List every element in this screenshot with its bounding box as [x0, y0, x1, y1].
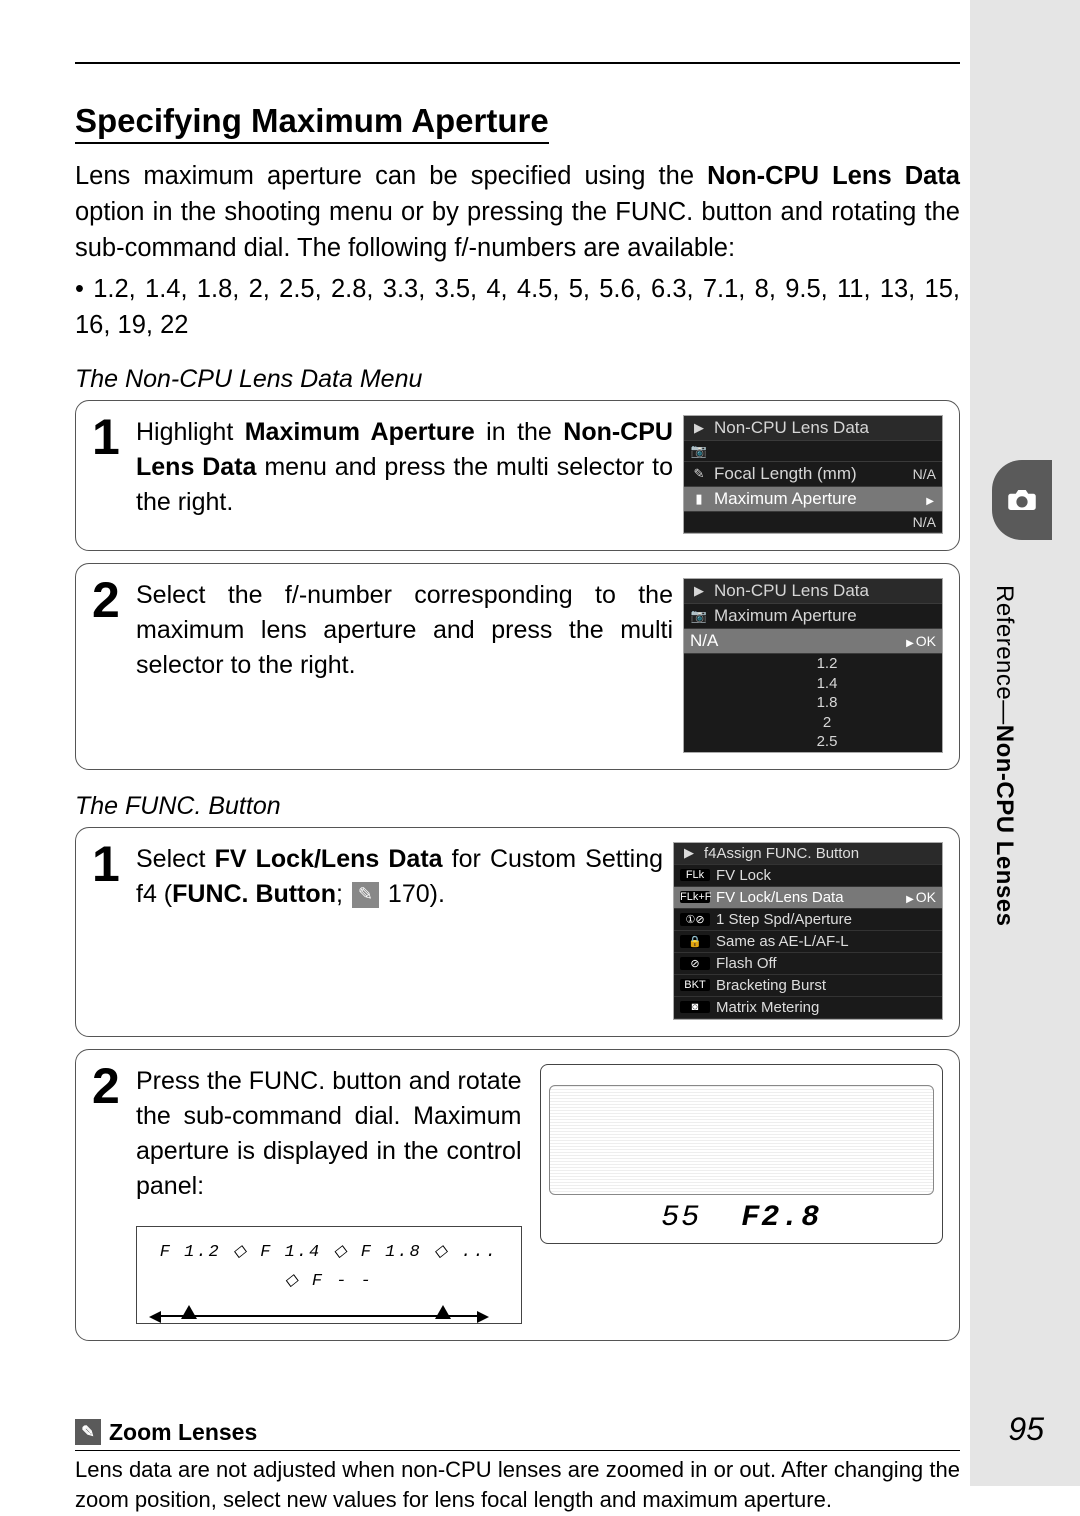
func-step-1: 1 Select FV Lock/Lens Data for Custom Se…: [75, 827, 960, 1037]
page-number: 95: [1008, 1411, 1044, 1448]
fnumber-list: • 1.2, 1.4, 1.8, 2, 2.5, 2.8, 3.3, 3.5, …: [75, 271, 960, 343]
step-number: 2: [92, 578, 126, 620]
subhead-menu: The Non-CPU Lens Data Menu: [75, 365, 960, 394]
func-step-2: 2 Press the FUNC. button and rotate the …: [75, 1049, 960, 1341]
lcd-screenshot-func-menu: ▶f4Assign FUNC. Button FLkFV Lock FLk+FF…: [673, 842, 943, 1020]
lcd-screenshot-menu1: ▶Non-CPU Lens Data 📷 ✎Focal Length (mm)N…: [683, 415, 943, 534]
top-rule: [75, 62, 960, 64]
step-number: 1: [92, 415, 126, 457]
note-zoom-lenses: ✎ Zoom Lenses Lens data are not adjusted…: [75, 1419, 960, 1516]
control-panel-illustration: 55 F2.8: [540, 1064, 944, 1244]
menu-step2-text: Select the f/-number corresponding to th…: [136, 578, 673, 683]
note-body: Lens data are not adjusted when non-CPU …: [75, 1455, 960, 1516]
step-number: 2: [92, 1064, 126, 1324]
func-step1-text: Select FV Lock/Lens Data for Custom Sett…: [136, 842, 663, 912]
step-number: 1: [92, 842, 126, 884]
subhead-func: The FUNC. Button: [75, 792, 960, 821]
page-ref-icon: ✎: [352, 882, 379, 907]
lcd-screenshot-menu2: ▶Non-CPU Lens Data 📷Maximum Aperture N/A…: [683, 578, 943, 753]
note-title: Zoom Lenses: [109, 1419, 257, 1446]
menu-step-1: 1 Highlight Maximum Aperture in the Non-…: [75, 400, 960, 551]
menu-step1-text: Highlight Maximum Aperture in the Non-CP…: [136, 415, 673, 520]
pencil-icon: ✎: [75, 1419, 101, 1445]
menu-step-2: 2 Select the f/-number corresponding to …: [75, 563, 960, 770]
func-step2-text: Press the FUNC. button and rotate the su…: [136, 1064, 522, 1204]
section-title: Specifying Maximum Aperture: [75, 102, 549, 144]
intro-text: Lens maximum aperture can be specified u…: [75, 158, 960, 267]
f-number-sequence: F 1.2 ◇ F 1.4 ◇ F 1.8 ◇ ... ◇ F - -: [136, 1226, 522, 1324]
